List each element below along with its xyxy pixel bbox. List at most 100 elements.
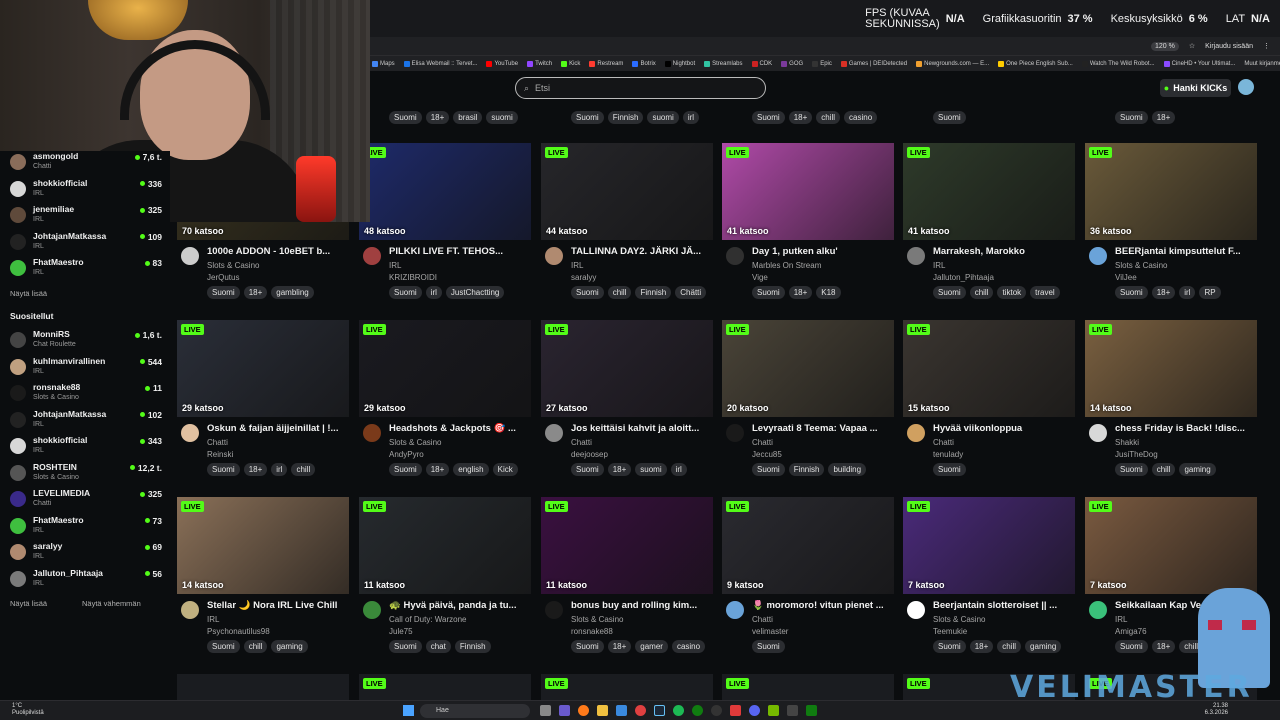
tag-chip[interactable]: 18+ bbox=[607, 463, 632, 476]
stream-thumbnail[interactable]: LIVE 11 katsoo bbox=[359, 497, 531, 594]
streamer-avatar[interactable] bbox=[545, 601, 563, 619]
tag-chip[interactable]: Finnish bbox=[635, 286, 672, 299]
stream-thumbnail[interactable]: LIVE 36 katsoo bbox=[1085, 143, 1257, 240]
stream-thumbnail[interactable]: LIVE 29 katsoo bbox=[177, 320, 349, 417]
tag-chip[interactable]: Suomi bbox=[933, 111, 966, 124]
stream-title[interactable]: PILKKI LIVE FT. TEHOS... bbox=[389, 246, 529, 257]
streamer-name[interactable]: JusiTheDog bbox=[1115, 450, 1158, 459]
stream-card[interactable]: LIVE 41 katsoo Marrakesh, Marokko IRL Jallut… bbox=[903, 143, 1075, 313]
stream-title[interactable]: bonus buy and rolling kim... bbox=[571, 600, 711, 611]
sidebar-channel[interactable]: saralyy IRL 69 bbox=[10, 541, 162, 565]
tag-chip[interactable]: irl bbox=[1179, 286, 1196, 299]
stream-title[interactable]: Headshots & Jackpots 🎯 ... bbox=[389, 423, 529, 434]
tag-chip[interactable]: Suomi bbox=[1115, 463, 1148, 476]
stream-category[interactable]: Chatti bbox=[571, 438, 592, 447]
tag-chip[interactable]: 18+ bbox=[788, 111, 813, 124]
tag-chip[interactable]: 18+ bbox=[1151, 286, 1176, 299]
bookmark-item[interactable]: Twitch bbox=[527, 60, 552, 67]
tag-chip[interactable]: Suomi bbox=[571, 640, 604, 653]
streamer-avatar[interactable] bbox=[363, 424, 381, 442]
stream-title[interactable]: Day 1, putken alku' bbox=[752, 246, 892, 257]
streamer-name[interactable]: KRIZIBROIDI bbox=[389, 273, 437, 282]
obs-icon[interactable] bbox=[711, 705, 722, 716]
tag-chip[interactable]: 18+ bbox=[243, 463, 268, 476]
stream-thumbnail[interactable]: LIVE 14 katsoo bbox=[1085, 320, 1257, 417]
search-input[interactable]: ⌕ Etsi bbox=[515, 77, 766, 99]
bookmark-item[interactable]: CDK bbox=[751, 60, 772, 67]
tag-chip[interactable]: chill bbox=[997, 640, 1022, 653]
streamer-name[interactable]: velimaster bbox=[752, 627, 788, 636]
stream-category[interactable]: IRL bbox=[571, 261, 583, 270]
task-view-icon[interactable] bbox=[540, 705, 551, 716]
tag-chip[interactable]: Suomi bbox=[207, 463, 240, 476]
stream-card[interactable]: LIVE 36 katsoo BEERjantai kimpsuttelut F..… bbox=[1085, 143, 1257, 313]
stream-card[interactable]: LIVE 27 katsoo Jos keittäisi kahvit ja alo… bbox=[541, 320, 713, 490]
chat-icon[interactable] bbox=[559, 705, 570, 716]
tag-chip[interactable]: gamer bbox=[635, 640, 668, 653]
stream-category[interactable]: Call of Duty: Warzone bbox=[389, 615, 467, 624]
bookmark-item[interactable]: CineHD • Your Ultimat... bbox=[1163, 60, 1235, 67]
stream-thumbnail[interactable]: LIVE 29 katsoo bbox=[359, 320, 531, 417]
xbox-bar-icon[interactable] bbox=[806, 705, 817, 716]
other-bookmarks[interactable]: Muut kirjanmerkit bbox=[1244, 61, 1280, 67]
streamer-name[interactable]: Psychonautilus98 bbox=[207, 627, 270, 636]
tag-chip[interactable]: chill bbox=[969, 286, 994, 299]
streamer-avatar[interactable] bbox=[726, 601, 744, 619]
tag-chip[interactable]: chill bbox=[607, 286, 632, 299]
sidebar-channel[interactable]: FhatMaestro IRL 83 bbox=[10, 257, 162, 281]
tag-chip[interactable]: Suomi bbox=[389, 463, 422, 476]
stream-category[interactable]: IRL bbox=[1115, 615, 1127, 624]
sidebar-channel[interactable]: Jalluton_Pihtaaja IRL 56 bbox=[10, 568, 162, 592]
sidebar-channel[interactable]: jenemiliae IRL 325 bbox=[10, 204, 162, 228]
stream-card[interactable]: LIVE 9 katsoo 🌷 moromoro! vitun pienet ...… bbox=[722, 497, 894, 667]
stream-title[interactable]: BEERjantai kimpsuttelut F... bbox=[1115, 246, 1255, 257]
tag-chip[interactable]: casino bbox=[671, 640, 706, 653]
tag-chip[interactable]: Finnish bbox=[454, 640, 491, 653]
stream-thumbnail-partial[interactable]: LIVE bbox=[359, 674, 531, 700]
tag-chip[interactable]: chat bbox=[425, 640, 451, 653]
get-kicks-button[interactable]: ● Hanki KICKs bbox=[1160, 79, 1231, 97]
streamer-name[interactable]: VilJee bbox=[1115, 273, 1137, 282]
tag-chip[interactable]: suomi bbox=[647, 111, 679, 124]
streamer-name[interactable]: Jalluton_Pihtaaja bbox=[933, 273, 994, 282]
tag-chip[interactable]: 18+ bbox=[1151, 111, 1176, 124]
tag-chip[interactable]: Suomi bbox=[1115, 286, 1148, 299]
stream-title[interactable]: 🌷 moromoro! vitun pienet ... bbox=[752, 600, 892, 611]
star-icon[interactable]: ☆ bbox=[1189, 42, 1195, 50]
windows-start-icon[interactable] bbox=[403, 705, 414, 716]
tag-chip[interactable]: Suomi bbox=[389, 640, 422, 653]
stream-title[interactable]: Jos keittäisi kahvit ja aloitt... bbox=[571, 423, 711, 434]
discord-icon[interactable] bbox=[749, 705, 760, 716]
streamer-name[interactable]: Jeccu85 bbox=[752, 450, 782, 459]
stream-thumbnail[interactable]: LIVE 14 katsoo bbox=[177, 497, 349, 594]
streamer-name[interactable]: tenulady bbox=[933, 450, 963, 459]
stream-thumbnail[interactable]: LIVE 27 katsoo bbox=[541, 320, 713, 417]
stream-card[interactable]: LIVE 29 katsoo Oskun & faijan äijjeinillat… bbox=[177, 320, 349, 490]
tag-chip[interactable]: 18+ bbox=[1151, 640, 1176, 653]
streamer-avatar[interactable] bbox=[363, 601, 381, 619]
stream-category[interactable]: Slots & Casino bbox=[571, 615, 623, 624]
tag-chip[interactable]: building bbox=[828, 463, 867, 476]
stream-category[interactable]: Slots & Casino bbox=[389, 438, 441, 447]
stream-thumbnail[interactable]: LIVE 15 katsoo bbox=[903, 320, 1075, 417]
streamer-avatar[interactable] bbox=[907, 601, 925, 619]
streamer-name[interactable]: JerQutus bbox=[207, 273, 239, 282]
stream-category[interactable]: IRL bbox=[207, 615, 219, 624]
streamer-avatar[interactable] bbox=[907, 247, 925, 265]
tag-chip[interactable]: suomi bbox=[486, 111, 518, 124]
stream-thumbnail-partial[interactable]: LIVE bbox=[722, 674, 894, 700]
streamer-avatar[interactable] bbox=[181, 424, 199, 442]
tag-chip[interactable]: Kick bbox=[492, 463, 518, 476]
stream-category[interactable]: Slots & Casino bbox=[207, 261, 259, 270]
tag-chip[interactable]: chill bbox=[291, 463, 316, 476]
tag-chip[interactable]: Suomi bbox=[207, 640, 240, 653]
tag-chip[interactable]: Suomi bbox=[571, 286, 604, 299]
stream-title[interactable]: chess Friday is Back! !disc... bbox=[1115, 423, 1255, 434]
tag-chip[interactable]: tiktok bbox=[997, 286, 1027, 299]
stream-category[interactable]: Slots & Casino bbox=[1115, 261, 1167, 270]
tag-chip[interactable]: 18+ bbox=[243, 286, 268, 299]
sidebar-channel[interactable]: JohtajanMatkassa IRL 102 bbox=[10, 409, 162, 433]
stream-thumbnail[interactable]: LIVE 7 katsoo bbox=[1085, 497, 1257, 594]
streamer-name[interactable]: saralyy bbox=[571, 273, 596, 282]
stream-card[interactable]: LIVE 29 katsoo Headshots & Jackpots 🎯 ... S… bbox=[359, 320, 531, 490]
